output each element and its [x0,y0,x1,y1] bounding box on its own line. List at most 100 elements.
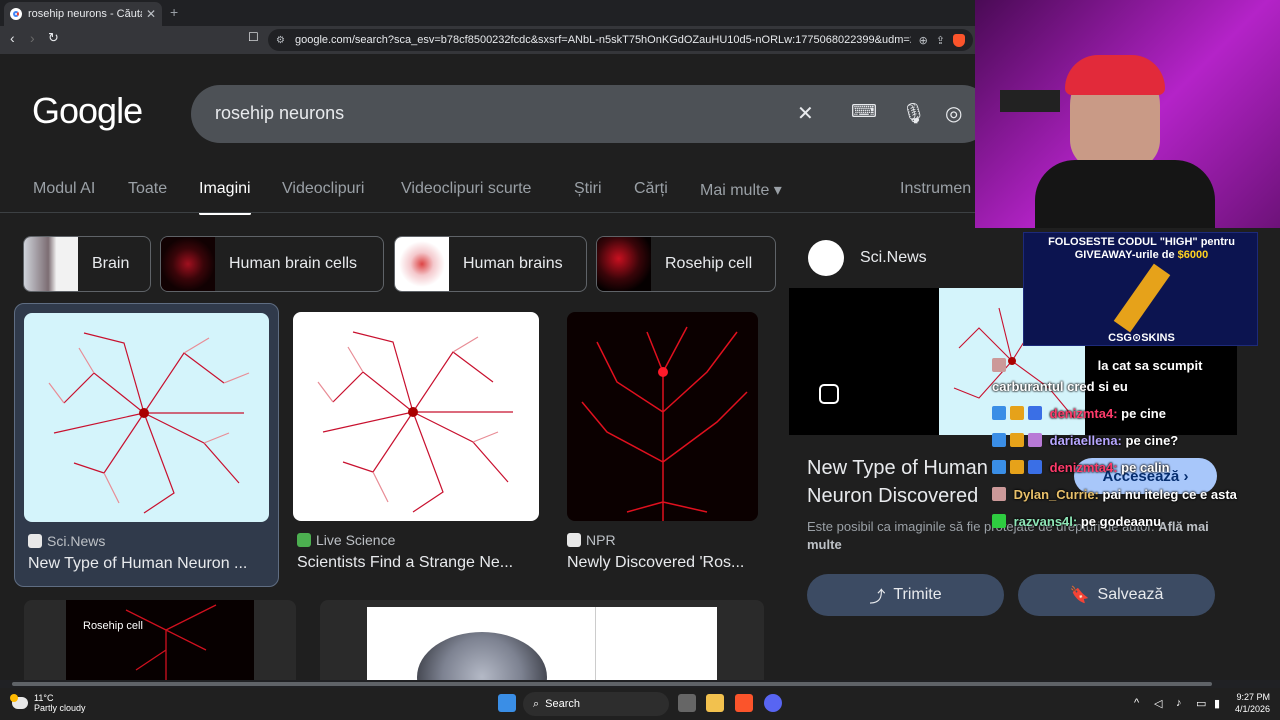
tab-ai-mode[interactable]: Modul AI [33,180,95,198]
promo-brand: CSG⊙SKINS [1108,332,1175,344]
tab-short-videos[interactable]: Videoclipuri scurte [401,180,531,198]
zoom-icon[interactable]: ⊕ [919,34,928,47]
chip-human-brains[interactable]: Human brains [394,236,587,292]
promo-line-1: FOLOSESTE CODUL "HIGH" pentru [1048,236,1235,248]
share-icon[interactable]: ⇪ [936,34,945,47]
clock[interactable]: 9:27 PM 4/1/2026 [1230,691,1270,715]
source-name: Live Science [316,532,396,548]
result-image[interactable]: Rosehip cell [66,600,254,680]
battery-icon[interactable]: ▮ [1214,697,1220,710]
reload-icon[interactable]: ↻ [48,30,59,46]
tab-news[interactable]: Știri [574,180,602,198]
screen: rosehip neurons - Căutare Goog ✕ + ‹ › ↻… [0,0,1280,720]
streamer-shirt [1035,160,1215,228]
image-result[interactable] [320,600,764,680]
tab-videos[interactable]: Videoclipuri [282,180,364,198]
result-title[interactable]: Newly Discovered 'Ros... [567,554,759,572]
chip-thumbnail [395,237,449,291]
bookmark-icon[interactable]: ☐ [248,30,259,44]
start-icon[interactable] [498,694,516,712]
mic-icon[interactable]: ♪ [1176,697,1182,709]
new-tab-button[interactable]: + [170,4,178,20]
tab-all[interactable]: Toate [128,180,167,198]
knife-graphic [1113,263,1171,333]
tab-images[interactable]: Imagini [199,180,251,215]
chat-message: carburantul cred si eu [992,379,1128,394]
chip-rosehip-cell[interactable]: Rosehip cell [596,236,776,292]
url-text: google.com/search?sca_esv=b78cf8500232fc… [294,34,911,46]
scrollbar-thumb[interactable] [12,682,1212,686]
weather-condition: Partly cloudy [34,703,86,713]
chat-text: pe cine [1121,406,1166,421]
result-image[interactable] [567,312,758,521]
visual-search-icon[interactable] [819,384,839,404]
back-icon[interactable]: ‹ [10,30,15,46]
save-button[interactable]: 🔖 Salvează [1018,574,1215,616]
result-title[interactable]: Scientists Find a Strange Ne... [297,554,537,572]
brave-shield-icon[interactable] [953,33,965,47]
clear-icon[interactable]: ✕ [797,101,814,126]
image-result[interactable]: Rosehip cell [24,600,296,680]
tab-books[interactable]: Cărți [634,180,668,198]
search-box[interactable]: rosehip neurons ✕ ⌨ 🎙 ◎ [191,85,991,143]
chat-text: pe godeaanu [1080,514,1162,529]
chat-user: denizmta4: [1049,406,1118,421]
address-bar[interactable]: ⚙ google.com/search?sca_esv=b78cf8500232… [268,29,973,51]
chip-human-brain-cells[interactable]: Human brain cells [160,236,384,292]
chip-thumbnail [161,237,215,291]
horizontal-scrollbar[interactable] [0,680,1280,688]
keyboard-icon[interactable]: ⌨ [851,101,877,122]
chat-text: la cat sa scumpit [1097,358,1203,373]
google-favicon-icon [10,8,22,20]
chat-user: Dylan_Currie: [1013,487,1099,502]
task-view-icon[interactable] [678,694,696,712]
tab-tools[interactable]: Instrumen [900,180,971,198]
forward-icon[interactable]: › [30,30,35,46]
panel-source[interactable]: Sci.News [808,240,927,276]
tray-chevron-icon[interactable]: ^ [1134,697,1139,709]
file-explorer-icon[interactable] [706,694,724,712]
share-label: Trimite [893,586,942,603]
promo-amount: $6000 [1177,249,1209,261]
image-result[interactable]: Live Science Scientists Find a Strange N… [292,303,542,587]
chat-text: pai nu iteleg ce e asta [1102,487,1237,502]
chat-text: carburantul cred si eu [992,379,1128,394]
tab-more[interactable]: Mai multe ▾ [700,180,782,200]
search-input[interactable]: rosehip neurons [215,103,344,124]
lens-icon[interactable]: ◎ [945,101,962,126]
image-result[interactable]: NPR Newly Discovered 'Ros... [566,303,766,587]
taskbar-search[interactable]: ⌕ Search [523,692,669,716]
result-source: Live Science [297,532,395,548]
result-image[interactable] [24,313,269,522]
chat-text: pe calin [1121,460,1170,475]
google-logo[interactable]: Google [32,90,143,132]
crown-badge-icon [1010,433,1024,447]
windows-taskbar: 11°C Partly cloudy ⌕ Search ^ ◁ ♪ ▭ ▮ 9:… [0,688,1280,720]
image-result[interactable]: Sci.News New Type of Human Neuron ... [14,303,279,587]
panel-title[interactable]: New Type of Human Neuron Discovered [807,454,1007,510]
result-image[interactable] [293,312,539,521]
speaker-icon[interactable]: ◁ [1154,697,1162,710]
sub-badge-icon [992,433,1006,447]
time: 9:27 PM [1236,692,1270,702]
share-button[interactable]: ⤴ Trimite [807,574,1004,616]
discord-icon[interactable] [764,694,782,712]
user-badge-icon [1028,406,1042,420]
taskbar-search-label: Search [545,698,581,710]
tab-close-icon[interactable]: ✕ [146,7,156,21]
neuron-image-1 [48,332,250,514]
brave-browser-icon[interactable] [735,694,753,712]
sub-badge-icon [992,460,1006,474]
display-icon[interactable]: ▭ [1196,697,1206,710]
chip-brain[interactable]: Brain [23,236,151,292]
result-image[interactable] [367,607,717,680]
site-info-icon[interactable]: ⚙ [276,35,285,46]
user-badge-icon [992,358,1006,372]
scinews-favicon-icon [28,534,42,548]
crown-badge-icon [1010,406,1024,420]
browser-tab[interactable]: rosehip neurons - Căutare Goog ✕ [4,2,162,26]
weather-widget[interactable]: 11°C Partly cloudy [10,693,86,713]
microphone-icon[interactable]: 🎙 [901,101,926,126]
result-title[interactable]: New Type of Human Neuron ... [28,555,268,573]
save-label: Salvează [1097,586,1164,603]
